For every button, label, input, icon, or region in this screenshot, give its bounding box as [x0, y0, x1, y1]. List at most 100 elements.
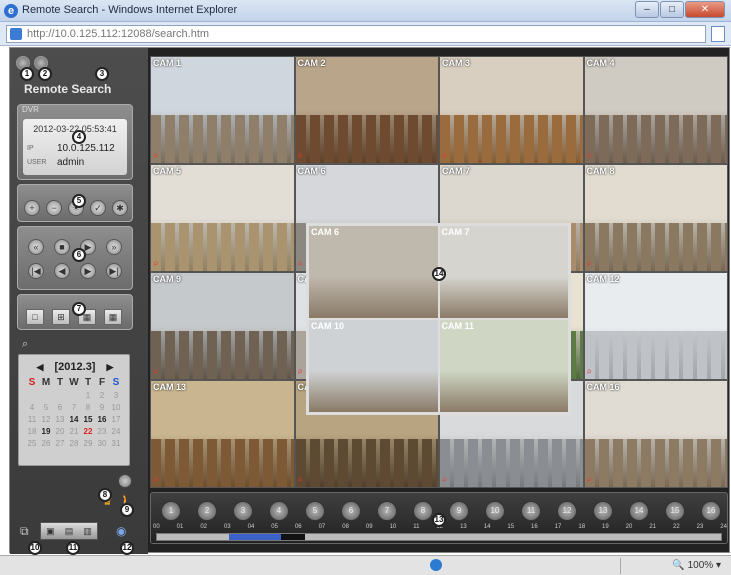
magnifier-icon[interactable]: ⌕: [587, 474, 593, 485]
calendar-day[interactable]: 3: [109, 391, 123, 403]
calendar-day[interactable]: 24: [109, 427, 123, 439]
calendar-day[interactable]: 6: [53, 403, 67, 415]
calendar-day[interactable]: 31: [109, 439, 123, 451]
magnifier-icon[interactable]: ⌕: [587, 258, 593, 269]
channel-button[interactable]: 16: [701, 501, 721, 521]
channel-button[interactable]: 15: [665, 501, 685, 521]
channel-button[interactable]: 12: [557, 501, 577, 521]
channel-button[interactable]: 11: [521, 501, 541, 521]
calendar-day[interactable]: 23: [95, 427, 109, 439]
magnifier-icon[interactable]: ⌕: [298, 474, 304, 485]
calendar-day[interactable]: 17: [109, 415, 123, 427]
first-frame-icon[interactable]: |◀: [28, 263, 44, 279]
magnifier-icon[interactable]: ⌕: [442, 474, 448, 485]
calendar-day[interactable]: 16: [95, 415, 109, 427]
url-field[interactable]: http://10.0.125.112:12088/search.htm: [6, 25, 706, 43]
channel-button[interactable]: 9: [449, 501, 469, 521]
magnifier-icon[interactable]: ⌕: [153, 150, 159, 161]
calendar-day[interactable]: 12: [39, 415, 53, 427]
calendar-day[interactable]: 27: [53, 439, 67, 451]
magnifier-icon[interactable]: ⌕: [298, 258, 304, 269]
magnifier-icon[interactable]: ⌕: [153, 474, 159, 485]
calendar-day[interactable]: 21: [67, 427, 81, 439]
step-forward-icon[interactable]: ▶: [80, 263, 96, 279]
calendar-day[interactable]: 5: [39, 403, 53, 415]
magnifier-icon[interactable]: ⌕: [298, 150, 304, 161]
channel-button[interactable]: 3: [233, 501, 253, 521]
channel-button[interactable]: 6: [341, 501, 361, 521]
maximize-button[interactable]: □: [660, 1, 684, 18]
calendar-day[interactable]: 14: [67, 415, 81, 427]
forward-fast-icon[interactable]: »: [106, 239, 122, 255]
channel-button[interactable]: 14: [629, 501, 649, 521]
zoom-tile[interactable]: CAM 7: [439, 226, 568, 318]
zoom-out-icon[interactable]: −: [46, 200, 62, 216]
rewind-fast-icon[interactable]: «: [28, 239, 44, 255]
calendar-day[interactable]: 29: [81, 439, 95, 451]
camera-tile[interactable]: CAM 12 ⌕: [583, 272, 728, 380]
zoom-tile[interactable]: CAM 11: [439, 320, 568, 412]
magnifier-icon[interactable]: ⌕: [587, 150, 593, 161]
channel-button[interactable]: 8: [413, 501, 433, 521]
camera-tile[interactable]: CAM 1 ⌕: [150, 56, 295, 164]
magnifier-icon[interactable]: ⌕: [153, 258, 159, 269]
channel-button[interactable]: 1: [161, 501, 181, 521]
zoom-in-icon[interactable]: +: [24, 200, 40, 216]
zoom-tile[interactable]: CAM 10: [309, 320, 438, 412]
zoom-tile[interactable]: CAM 6: [309, 226, 438, 318]
prev-month-icon[interactable]: ◀: [37, 362, 44, 372]
star-icon[interactable]: ✱: [112, 200, 128, 216]
layout-16-icon[interactable]: ▦: [104, 309, 122, 325]
calendar-day[interactable]: 20: [53, 427, 67, 439]
export-icon[interactable]: ▤: [65, 526, 74, 537]
layout-4-icon[interactable]: ⊞: [52, 309, 70, 325]
calendar-day[interactable]: 18: [25, 427, 39, 439]
calendar-day[interactable]: 8: [81, 403, 95, 415]
calendar-search-icon[interactable]: ⌕: [22, 338, 36, 350]
save-icon[interactable]: ▣: [46, 526, 55, 537]
channel-button[interactable]: 4: [269, 501, 289, 521]
channel-button[interactable]: 5: [305, 501, 325, 521]
timeline-bar[interactable]: [156, 533, 722, 541]
step-back-icon[interactable]: ◀: [54, 263, 70, 279]
calendar-day[interactable]: 28: [67, 439, 81, 451]
calendar-day[interactable]: 10: [109, 403, 123, 415]
calendar-day[interactable]: 22: [81, 427, 95, 439]
globe-icon[interactable]: ◉: [116, 524, 126, 538]
settings-icon[interactable]: ✓: [90, 200, 106, 216]
calendar-day[interactable]: 19: [39, 427, 53, 439]
camera-tile[interactable]: CAM 13 ⌕: [150, 380, 295, 488]
camera-tile[interactable]: CAM 16 ⌕: [583, 380, 728, 488]
layout-1-icon[interactable]: □: [26, 309, 44, 325]
calendar-day[interactable]: 7: [67, 403, 81, 415]
camera-tile[interactable]: CAM 3 ⌕: [439, 56, 584, 164]
channel-button[interactable]: 10: [485, 501, 505, 521]
channel-button[interactable]: 13: [593, 501, 613, 521]
magnifier-icon[interactable]: ⌕: [442, 150, 448, 161]
calendar-day[interactable]: 25: [25, 439, 39, 451]
camera-tile[interactable]: CAM 5 ⌕: [150, 164, 295, 272]
calendar-day[interactable]: 26: [39, 439, 53, 451]
calendar-day[interactable]: 13: [53, 415, 67, 427]
camera-tile[interactable]: CAM 9 ⌕: [150, 272, 295, 380]
compat-view-icon[interactable]: [711, 26, 725, 42]
magnifier-icon[interactable]: ⌕: [587, 366, 593, 377]
zoom-window[interactable]: CAM 6 CAM 7 CAM 10 CAM 11: [306, 223, 571, 415]
minimize-button[interactable]: –: [635, 1, 659, 18]
camera-tile[interactable]: CAM 4 ⌕: [583, 56, 728, 164]
calendar-day[interactable]: 1: [81, 391, 95, 403]
camera-tile[interactable]: CAM 2 ⌕: [294, 56, 439, 164]
calendar-day[interactable]: 30: [95, 439, 109, 451]
last-frame-icon[interactable]: ▶|: [106, 263, 122, 279]
calendar-day[interactable]: 11: [25, 415, 39, 427]
snapshot-icon[interactable]: ⧉: [20, 524, 29, 539]
stop-icon[interactable]: ■: [54, 239, 70, 255]
calendar-day[interactable]: 15: [81, 415, 95, 427]
print-icon[interactable]: ▥: [83, 526, 92, 537]
next-month-icon[interactable]: ▶: [107, 362, 114, 372]
close-button[interactable]: ✕: [685, 1, 725, 18]
channel-button[interactable]: 2: [197, 501, 217, 521]
magnifier-icon[interactable]: ⌕: [153, 366, 159, 377]
calendar-day[interactable]: 4: [25, 403, 39, 415]
calendar-go-icon[interactable]: [118, 474, 132, 488]
